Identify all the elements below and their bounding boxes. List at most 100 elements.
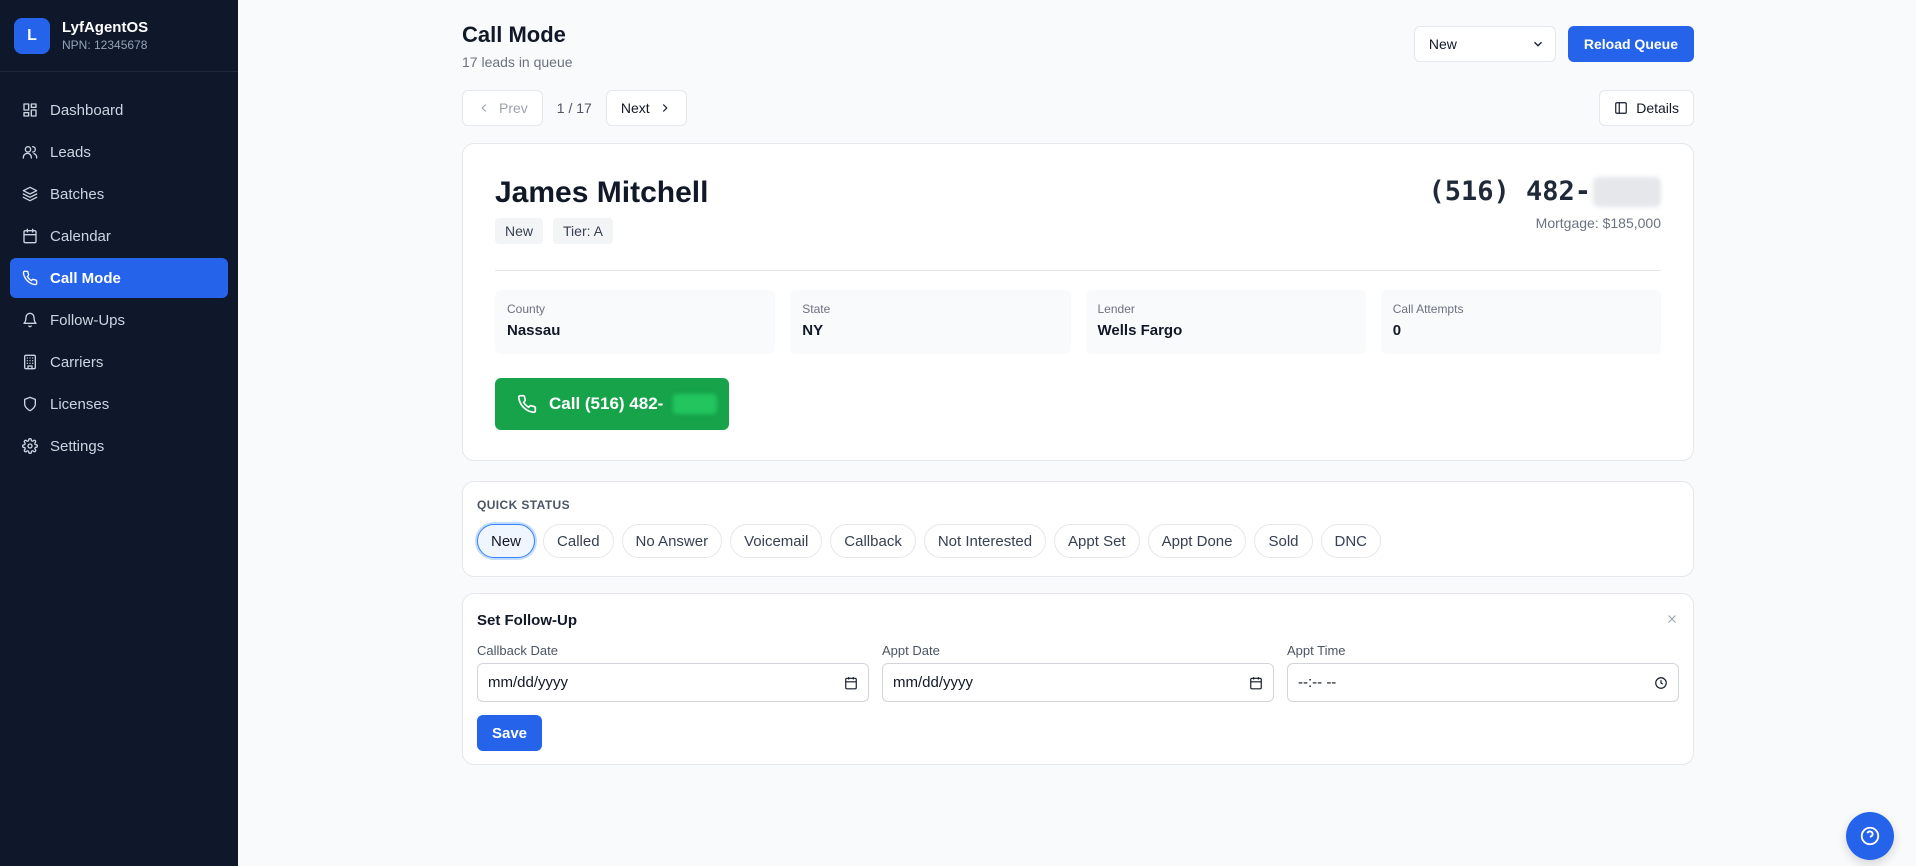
lead-info-grid: County Nassau State NY Lender Wells Farg…: [495, 290, 1661, 354]
status-chip-dnc[interactable]: DNC: [1320, 524, 1382, 558]
info-call-attempts: Call Attempts 0: [1380, 290, 1661, 354]
quick-status-label: QUICK STATUS: [477, 498, 571, 512]
sidebar-item-label: Carriers: [50, 353, 104, 371]
clock-icon: [1655, 676, 1667, 689]
call-button-label: Call (516) 482-: [549, 394, 664, 413]
details-label: Details: [1636, 100, 1679, 116]
prev-button[interactable]: Prev: [462, 90, 543, 126]
main-content: Call Mode 17 leads in queue New Reload Q…: [462, 0, 1694, 765]
appt-date-label: Appt Date: [882, 643, 940, 658]
appt-date-input[interactable]: mm/dd/yyyy: [882, 663, 1274, 702]
appt-date-value: mm/dd/yyyy: [893, 674, 974, 691]
page-header: Call Mode 17 leads in queue New Reload Q…: [462, 0, 1694, 90]
dashboard-icon: [22, 102, 38, 118]
sidebar-item-label: Dashboard: [50, 101, 124, 119]
save-button[interactable]: Save: [477, 715, 542, 751]
chevron-left-icon: [481, 104, 487, 112]
callback-date-value: mm/dd/yyyy: [488, 674, 569, 691]
info-state: State NY: [790, 290, 1071, 354]
prev-label: Prev: [499, 100, 528, 116]
page-title: Call Mode: [462, 22, 566, 47]
users-icon: [22, 144, 38, 160]
status-filter-select[interactable]: New: [1413, 26, 1556, 62]
queue-count: 17 leads in queue: [462, 54, 573, 70]
sidebar-item-label: Leads: [50, 143, 91, 161]
follow-up-title: Set Follow-Up: [477, 612, 577, 629]
lead-name: James Mitchell: [495, 176, 709, 209]
info-value: 0: [1392, 322, 1402, 339]
info-lender: Lender Wells Fargo: [1085, 290, 1366, 354]
help-button[interactable]: [1846, 812, 1894, 860]
close-icon[interactable]: [1665, 612, 1679, 626]
layers-icon: [22, 186, 38, 202]
calendar-icon: [22, 228, 38, 244]
brand-logo: L: [14, 17, 50, 54]
info-label: State: [802, 302, 831, 316]
follow-up-panel: Set Follow-Up Callback Date mm/dd/yyyy A…: [462, 593, 1694, 765]
building-icon: [22, 354, 38, 370]
status-chip-voicemail[interactable]: Voicemail: [730, 524, 823, 558]
status-chip-callback[interactable]: Callback: [830, 524, 916, 558]
panel-icon: [1615, 102, 1628, 114]
info-label: Lender: [1097, 302, 1135, 316]
appt-time-input[interactable]: --:-- --: [1287, 663, 1679, 702]
sidebar-item-label: Follow-Ups: [50, 311, 126, 329]
appt-time-label: Appt Time: [1287, 643, 1346, 658]
sidebar-item-batches[interactable]: Batches: [10, 174, 228, 214]
sidebar-item-licenses[interactable]: Licenses: [10, 384, 228, 424]
info-label: Call Attempts: [1392, 302, 1464, 316]
call-phone-redaction: [673, 394, 718, 414]
call-button[interactable]: Call (516) 482-: [495, 378, 729, 430]
info-value: Wells Fargo: [1097, 322, 1183, 339]
lead-mortgage: Mortgage: $185,000: [1535, 215, 1661, 231]
brand-npn: NPN: 12345678: [62, 38, 148, 52]
info-county: County Nassau: [495, 290, 776, 354]
phone-redaction: [1593, 176, 1661, 207]
status-chip-sold[interactable]: Sold: [1254, 524, 1313, 558]
sidebar-item-dashboard[interactable]: Dashboard: [10, 90, 228, 130]
info-label: County: [507, 302, 546, 316]
help-icon: [1860, 826, 1880, 846]
lead-phone-text: (516) 482-: [1428, 176, 1591, 207]
brand-name: LyfAgentOS: [62, 19, 149, 36]
sidebar-item-call-mode[interactable]: Call Mode: [10, 258, 228, 298]
next-label: Next: [620, 100, 650, 116]
sidebar-item-label: Batches: [50, 185, 105, 203]
callback-date-group: Callback Date mm/dd/yyyy: [477, 643, 869, 702]
brand: L LyfAgentOS NPN: 12345678: [0, 0, 238, 72]
appt-time-value: --:-- --: [1298, 674, 1337, 691]
callback-date-input[interactable]: mm/dd/yyyy: [477, 663, 869, 702]
status-chip-not-interested[interactable]: Not Interested: [923, 524, 1047, 558]
sidebar-nav: Dashboard Leads Batches Calendar Call Mo…: [0, 72, 238, 486]
reload-queue-button[interactable]: Reload Queue: [1567, 26, 1694, 62]
tier-badge: Tier: A: [553, 218, 613, 244]
appt-date-group: Appt Date mm/dd/yyyy: [882, 643, 1274, 702]
sidebar-item-calendar[interactable]: Calendar: [10, 216, 228, 256]
sidebar-item-settings[interactable]: Settings: [10, 426, 228, 466]
info-value: Nassau: [507, 322, 561, 339]
status-badge: New: [495, 218, 544, 244]
info-value: NY: [802, 322, 824, 339]
sidebar-item-label: Call Mode: [50, 269, 121, 287]
sidebar-item-follow-ups[interactable]: Follow-Ups: [10, 300, 228, 340]
sidebar-item-carriers[interactable]: Carriers: [10, 342, 228, 382]
status-filter-value: New: [1428, 36, 1457, 52]
sidebar-item-label: Calendar: [50, 227, 111, 245]
status-chip-no-answer[interactable]: No Answer: [621, 524, 723, 558]
status-chip-appt-done[interactable]: Appt Done: [1147, 524, 1247, 558]
status-chips: New Called No Answer Voicemail Callback …: [477, 524, 1679, 558]
gear-icon: [22, 438, 38, 454]
chevron-down-icon: [1533, 41, 1542, 47]
chevron-right-icon: [662, 104, 668, 112]
next-button[interactable]: Next: [605, 90, 687, 126]
lead-phone: (516) 482-: [1428, 176, 1661, 207]
sidebar: L LyfAgentOS NPN: 12345678 Dashboard Lea…: [0, 0, 238, 866]
callback-date-label: Callback Date: [477, 643, 558, 658]
status-chip-appt-set[interactable]: Appt Set: [1054, 524, 1140, 558]
status-chip-new[interactable]: New: [477, 524, 536, 558]
status-chip-called[interactable]: Called: [543, 524, 614, 558]
details-button[interactable]: Details: [1599, 90, 1694, 126]
sidebar-item-leads[interactable]: Leads: [10, 132, 228, 172]
sidebar-item-label: Licenses: [50, 395, 110, 413]
lead-pager: Prev 1 / 17 Next Details: [462, 90, 1694, 126]
